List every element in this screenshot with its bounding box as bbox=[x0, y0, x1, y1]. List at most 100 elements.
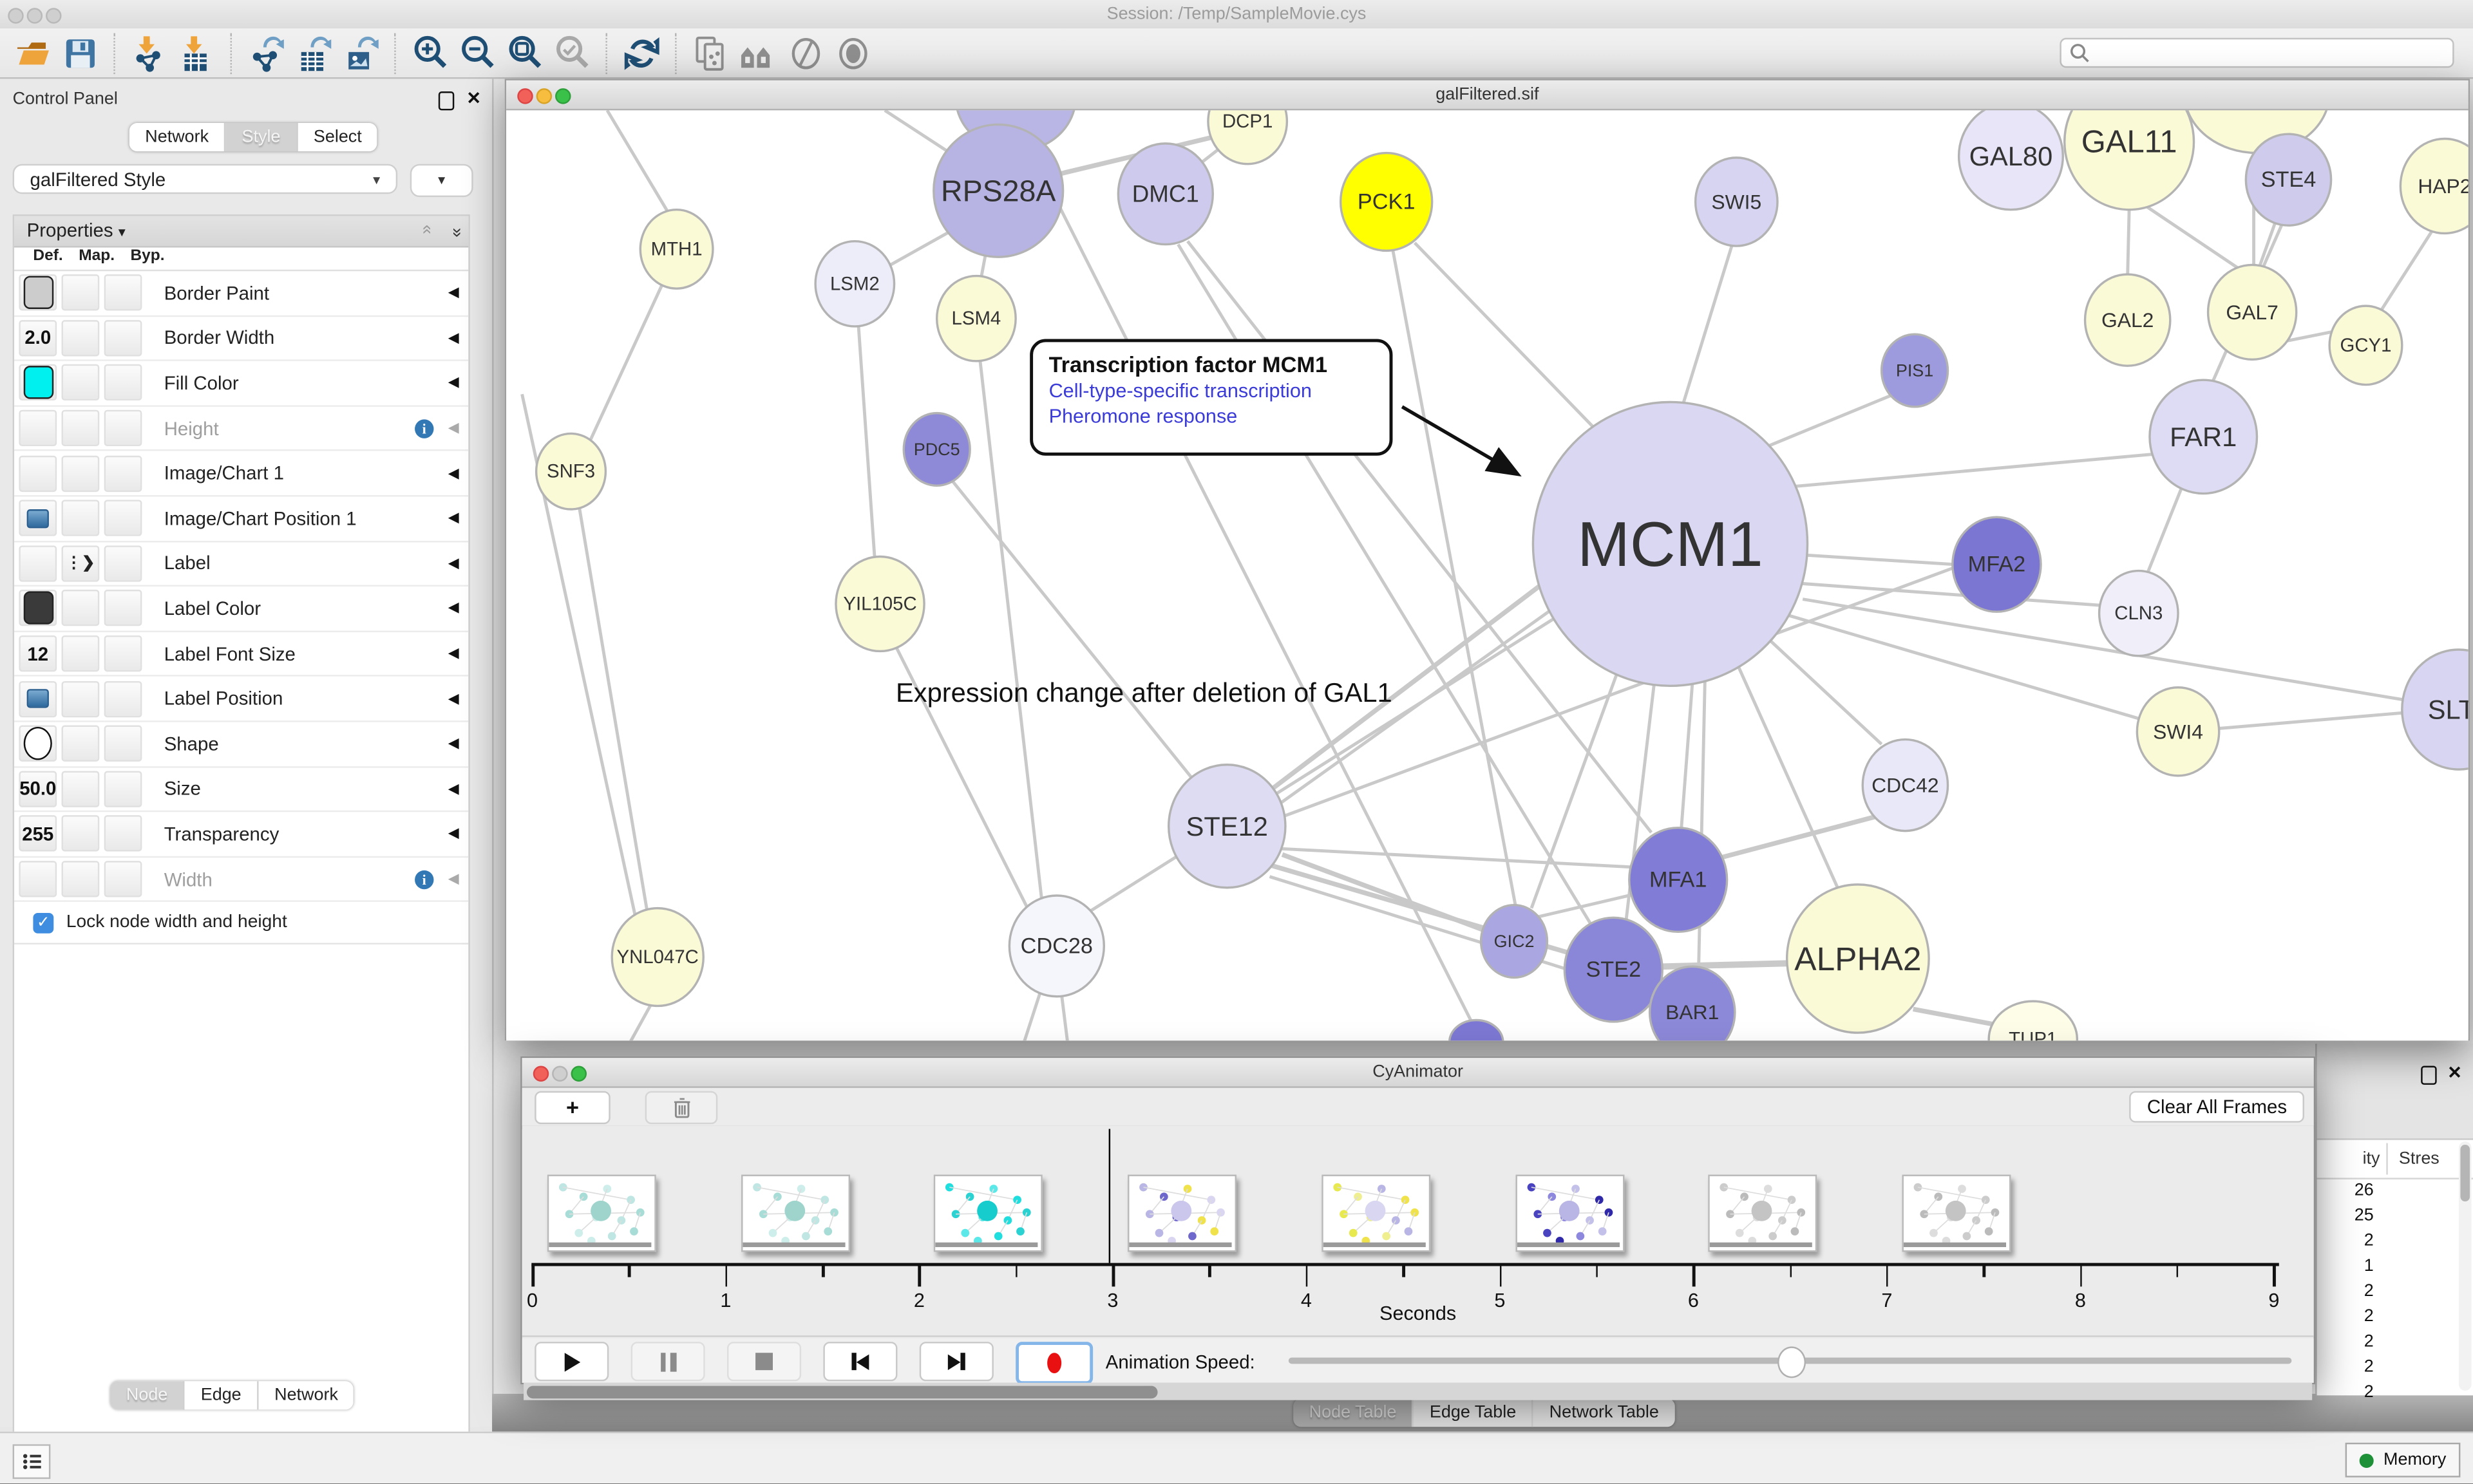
bypass-cell[interactable] bbox=[104, 500, 142, 536]
frame-thumbnail[interactable] bbox=[934, 1174, 1043, 1252]
property-row[interactable]: Label Color◀ bbox=[14, 587, 468, 632]
network-node[interactable]: DMC1 bbox=[1118, 144, 1213, 245]
search-input[interactable] bbox=[2090, 42, 2412, 64]
table-row[interactable]: 2 bbox=[2317, 1281, 2473, 1306]
tab-network-table[interactable]: Network Table bbox=[1533, 1398, 1674, 1427]
tab-select[interactable]: Select bbox=[298, 123, 377, 151]
play-button[interactable] bbox=[535, 1342, 609, 1381]
frame-thumbnail[interactable] bbox=[547, 1174, 656, 1252]
memory-button[interactable]: Memory bbox=[2345, 1443, 2460, 1478]
bypass-cell[interactable] bbox=[104, 861, 142, 897]
table-row[interactable]: 1 bbox=[2317, 1255, 2473, 1280]
close-panel-icon[interactable]: ✕ bbox=[466, 88, 481, 109]
network-node[interactable]: MFA2 bbox=[1953, 517, 2041, 612]
property-row[interactable]: Heighti◀ bbox=[14, 406, 468, 451]
network-edge[interactable] bbox=[1061, 993, 1068, 1040]
mapping-cell[interactable] bbox=[62, 635, 100, 672]
mapping-cell[interactable]: ⋮❯ bbox=[62, 545, 100, 581]
bypass-cell[interactable] bbox=[104, 320, 142, 356]
column-header[interactable]: Stres bbox=[2399, 1149, 2440, 1168]
network-node[interactable]: GAL2 bbox=[2085, 274, 2170, 366]
network-node[interactable]: STE2 bbox=[1564, 917, 1662, 1022]
network-edge[interactable] bbox=[2146, 489, 2181, 576]
bypass-cell[interactable] bbox=[104, 275, 142, 311]
bypass-cell[interactable] bbox=[104, 455, 142, 491]
expand-row-icon[interactable]: ◀ bbox=[448, 600, 459, 617]
default-value-cell[interactable] bbox=[19, 861, 57, 897]
skip-to-end-button[interactable] bbox=[920, 1342, 994, 1381]
search-network-icon[interactable] bbox=[738, 34, 779, 72]
default-value-cell[interactable] bbox=[19, 500, 57, 536]
table-scrollbar[interactable] bbox=[2459, 1141, 2472, 1391]
animation-speed-slider[interactable] bbox=[1289, 1358, 2292, 1364]
bypass-cell[interactable] bbox=[104, 590, 142, 626]
network-edge[interactable] bbox=[858, 319, 875, 568]
network-edge[interactable] bbox=[1682, 246, 1732, 410]
timeline[interactable]: Seconds 0123456789 bbox=[522, 1126, 2314, 1337]
record-button[interactable] bbox=[1016, 1342, 1093, 1384]
network-edge[interactable] bbox=[1282, 854, 1484, 930]
network-node[interactable]: HAP2 bbox=[2400, 139, 2468, 234]
table-row[interactable]: 2 bbox=[2317, 1381, 2473, 1406]
network-edge[interactable] bbox=[1799, 583, 2102, 605]
expand-row-icon[interactable]: ◀ bbox=[448, 375, 459, 392]
network-edge[interactable] bbox=[1768, 639, 1881, 744]
property-row[interactable]: 12Label Font Size◀ bbox=[14, 632, 468, 677]
network-node[interactable]: CLN3 bbox=[2099, 571, 2178, 656]
network-node[interactable]: YIL105C bbox=[836, 556, 924, 651]
network-node[interactable]: TUP1 bbox=[1989, 1001, 2077, 1040]
refresh-icon[interactable] bbox=[621, 34, 663, 72]
table-row[interactable]: 2 bbox=[2317, 1356, 2473, 1381]
mapping-cell[interactable] bbox=[62, 500, 100, 536]
frame-thumbnail[interactable] bbox=[1322, 1174, 1430, 1252]
network-edge[interactable] bbox=[951, 479, 1200, 788]
network-edge[interactable] bbox=[1736, 662, 1839, 891]
default-value-cell[interactable]: 12 bbox=[19, 635, 57, 672]
network-edge[interactable] bbox=[1392, 249, 1515, 906]
mapping-cell[interactable] bbox=[62, 320, 100, 356]
mapping-cell[interactable] bbox=[62, 816, 100, 852]
network-node[interactable]: GAL80 bbox=[1959, 110, 2063, 209]
property-row[interactable]: Label Position◀ bbox=[14, 677, 468, 722]
network-node[interactable]: MTH1 bbox=[640, 210, 713, 288]
global-search[interactable] bbox=[2060, 38, 2454, 68]
bypass-cell[interactable] bbox=[104, 635, 142, 672]
open-session-icon[interactable] bbox=[13, 34, 54, 72]
annotation-box[interactable]: Transcription factor MCM1 Cell-type-spec… bbox=[1030, 339, 1392, 456]
network-node[interactable]: STE4 bbox=[2246, 134, 2331, 225]
mapping-cell[interactable] bbox=[62, 590, 100, 626]
network-node[interactable]: CDC28 bbox=[1009, 896, 1104, 997]
network-node[interactable]: RPS28A bbox=[934, 124, 1063, 257]
tab-network[interactable]: Network bbox=[259, 1381, 354, 1409]
property-row[interactable]: 50.0Size◀ bbox=[14, 767, 468, 812]
annotation-link[interactable]: Cell-type-specific transcription bbox=[1049, 380, 1374, 402]
style-selector[interactable]: galFiltered Style ▾ bbox=[13, 164, 398, 194]
network-edge[interactable] bbox=[1415, 243, 1611, 444]
network-node[interactable]: GIC2 bbox=[1481, 905, 1548, 978]
network-window-titlebar[interactable]: galFiltered.sif bbox=[506, 80, 2468, 111]
slider-thumb[interactable] bbox=[1777, 1346, 1806, 1378]
close-table-icon[interactable]: ✕ bbox=[2447, 1063, 2462, 1084]
save-session-icon[interactable] bbox=[60, 34, 101, 72]
default-value-cell[interactable] bbox=[19, 545, 57, 581]
network-node[interactable]: DCP1 bbox=[1208, 110, 1287, 164]
tab-edge-table[interactable]: Edge Table bbox=[1414, 1398, 1533, 1427]
bypass-cell[interactable] bbox=[104, 681, 142, 717]
default-value-cell[interactable]: 2.0 bbox=[19, 320, 57, 356]
network-node[interactable]: LSM2 bbox=[815, 241, 894, 326]
property-row[interactable]: Widthi◀ bbox=[14, 858, 468, 903]
pause-button[interactable] bbox=[631, 1342, 705, 1381]
show-details-icon[interactable] bbox=[833, 34, 874, 72]
network-edge[interactable] bbox=[2146, 207, 2238, 268]
tab-node-table[interactable]: Node Table bbox=[1293, 1398, 1414, 1427]
property-row[interactable]: ⋮❯Label◀ bbox=[14, 541, 468, 587]
default-value-cell[interactable]: 255 bbox=[19, 816, 57, 852]
network-edge[interactable] bbox=[607, 110, 670, 216]
delete-frame-button[interactable] bbox=[645, 1091, 718, 1124]
network-edge[interactable] bbox=[1805, 555, 1955, 565]
bypass-cell[interactable] bbox=[104, 726, 142, 762]
network-node[interactable]: SLT2 bbox=[2402, 650, 2468, 769]
zoom-in-icon[interactable] bbox=[410, 34, 451, 72]
zoom-selected-icon[interactable] bbox=[552, 34, 593, 72]
add-frame-button[interactable]: + bbox=[535, 1091, 611, 1124]
